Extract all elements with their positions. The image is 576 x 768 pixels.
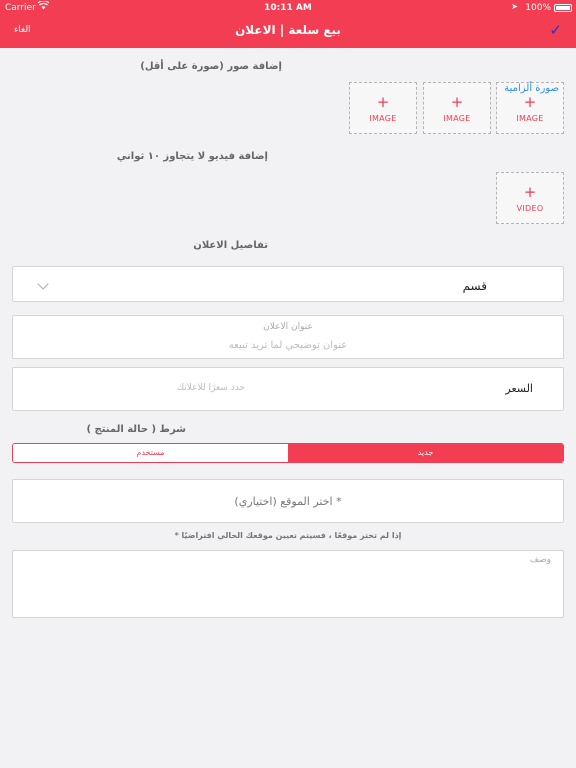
battery-icon <box>554 4 572 12</box>
battery-percent: 100% <box>525 3 551 13</box>
nav-bar: الغاء بيع سلعة | الاعلان ✓ <box>0 16 576 48</box>
ad-title-input[interactable]: عنوان الاعلان عنوان توضيحي لما تريد تبيع… <box>12 315 564 359</box>
add-image-button-1[interactable]: صورة ألزامية + IMAGE <box>496 82 564 134</box>
price-placeholder: حدد سعرًا للاعلانك <box>176 383 245 393</box>
ad-title-label: عنوان الاعلان <box>263 322 313 332</box>
video-label-text: VIDEO <box>516 204 544 213</box>
description-textarea[interactable]: وصف <box>12 550 564 618</box>
location-arrow-icon: ➤ <box>511 2 518 11</box>
image-label: IMAGE <box>369 114 397 123</box>
required-image-tag: صورة ألزامية <box>504 83 559 94</box>
status-bar: Carrier 10:11 AM ➤ 100% <box>0 0 576 16</box>
page-title: بيع سلعة | الاعلان <box>235 23 341 37</box>
price-label: السعر <box>505 382 533 395</box>
plus-icon: + <box>523 183 537 201</box>
image-label: IMAGE <box>516 114 544 123</box>
add-video-button[interactable]: + VIDEO <box>496 172 564 224</box>
category-value: قسم <box>462 279 487 293</box>
location-note: * إذا لم تختر موقعًا ، فسيتم تعيين موقعك… <box>174 531 402 540</box>
clock: 10:11 AM <box>264 3 312 13</box>
ad-title-placeholder: عنوان توضيحي لما تريد تبيعه <box>228 340 348 351</box>
video-label: إضافة فيديو لا يتجاوز ١٠ ثواني <box>116 151 268 162</box>
plus-icon: + <box>523 93 537 111</box>
location-picker[interactable]: اختر الموقع (اختياري) * <box>12 479 564 523</box>
photos-label: إضافة صور (صورة على أقل) <box>140 61 282 72</box>
add-image-button-2[interactable]: + IMAGE <box>423 82 491 134</box>
segment-used[interactable]: مستخدم <box>13 444 288 462</box>
condition-segmented-control: مستخدم جديد <box>12 443 564 463</box>
description-placeholder: وصف <box>529 555 551 565</box>
add-image-button-3[interactable]: + IMAGE <box>349 82 417 134</box>
chevron-down-icon <box>37 278 49 290</box>
condition-label: شرط ( حالة المنتج ) <box>86 424 186 435</box>
category-select[interactable]: قسم <box>12 266 564 302</box>
location-placeholder: اختر الموقع (اختياري) * <box>234 495 342 508</box>
confirm-check-icon[interactable]: ✓ <box>549 21 562 39</box>
plus-icon: + <box>450 93 464 111</box>
price-input[interactable]: السعر حدد سعرًا للاعلانك <box>12 367 564 411</box>
image-label: IMAGE <box>443 114 471 123</box>
segment-new[interactable]: جديد <box>288 444 563 462</box>
plus-icon: + <box>376 93 390 111</box>
header-bar: Carrier 10:11 AM ➤ 100% الغاء بيع سلعة |… <box>0 0 576 48</box>
details-label: تفاصيل الاعلان <box>193 240 268 251</box>
